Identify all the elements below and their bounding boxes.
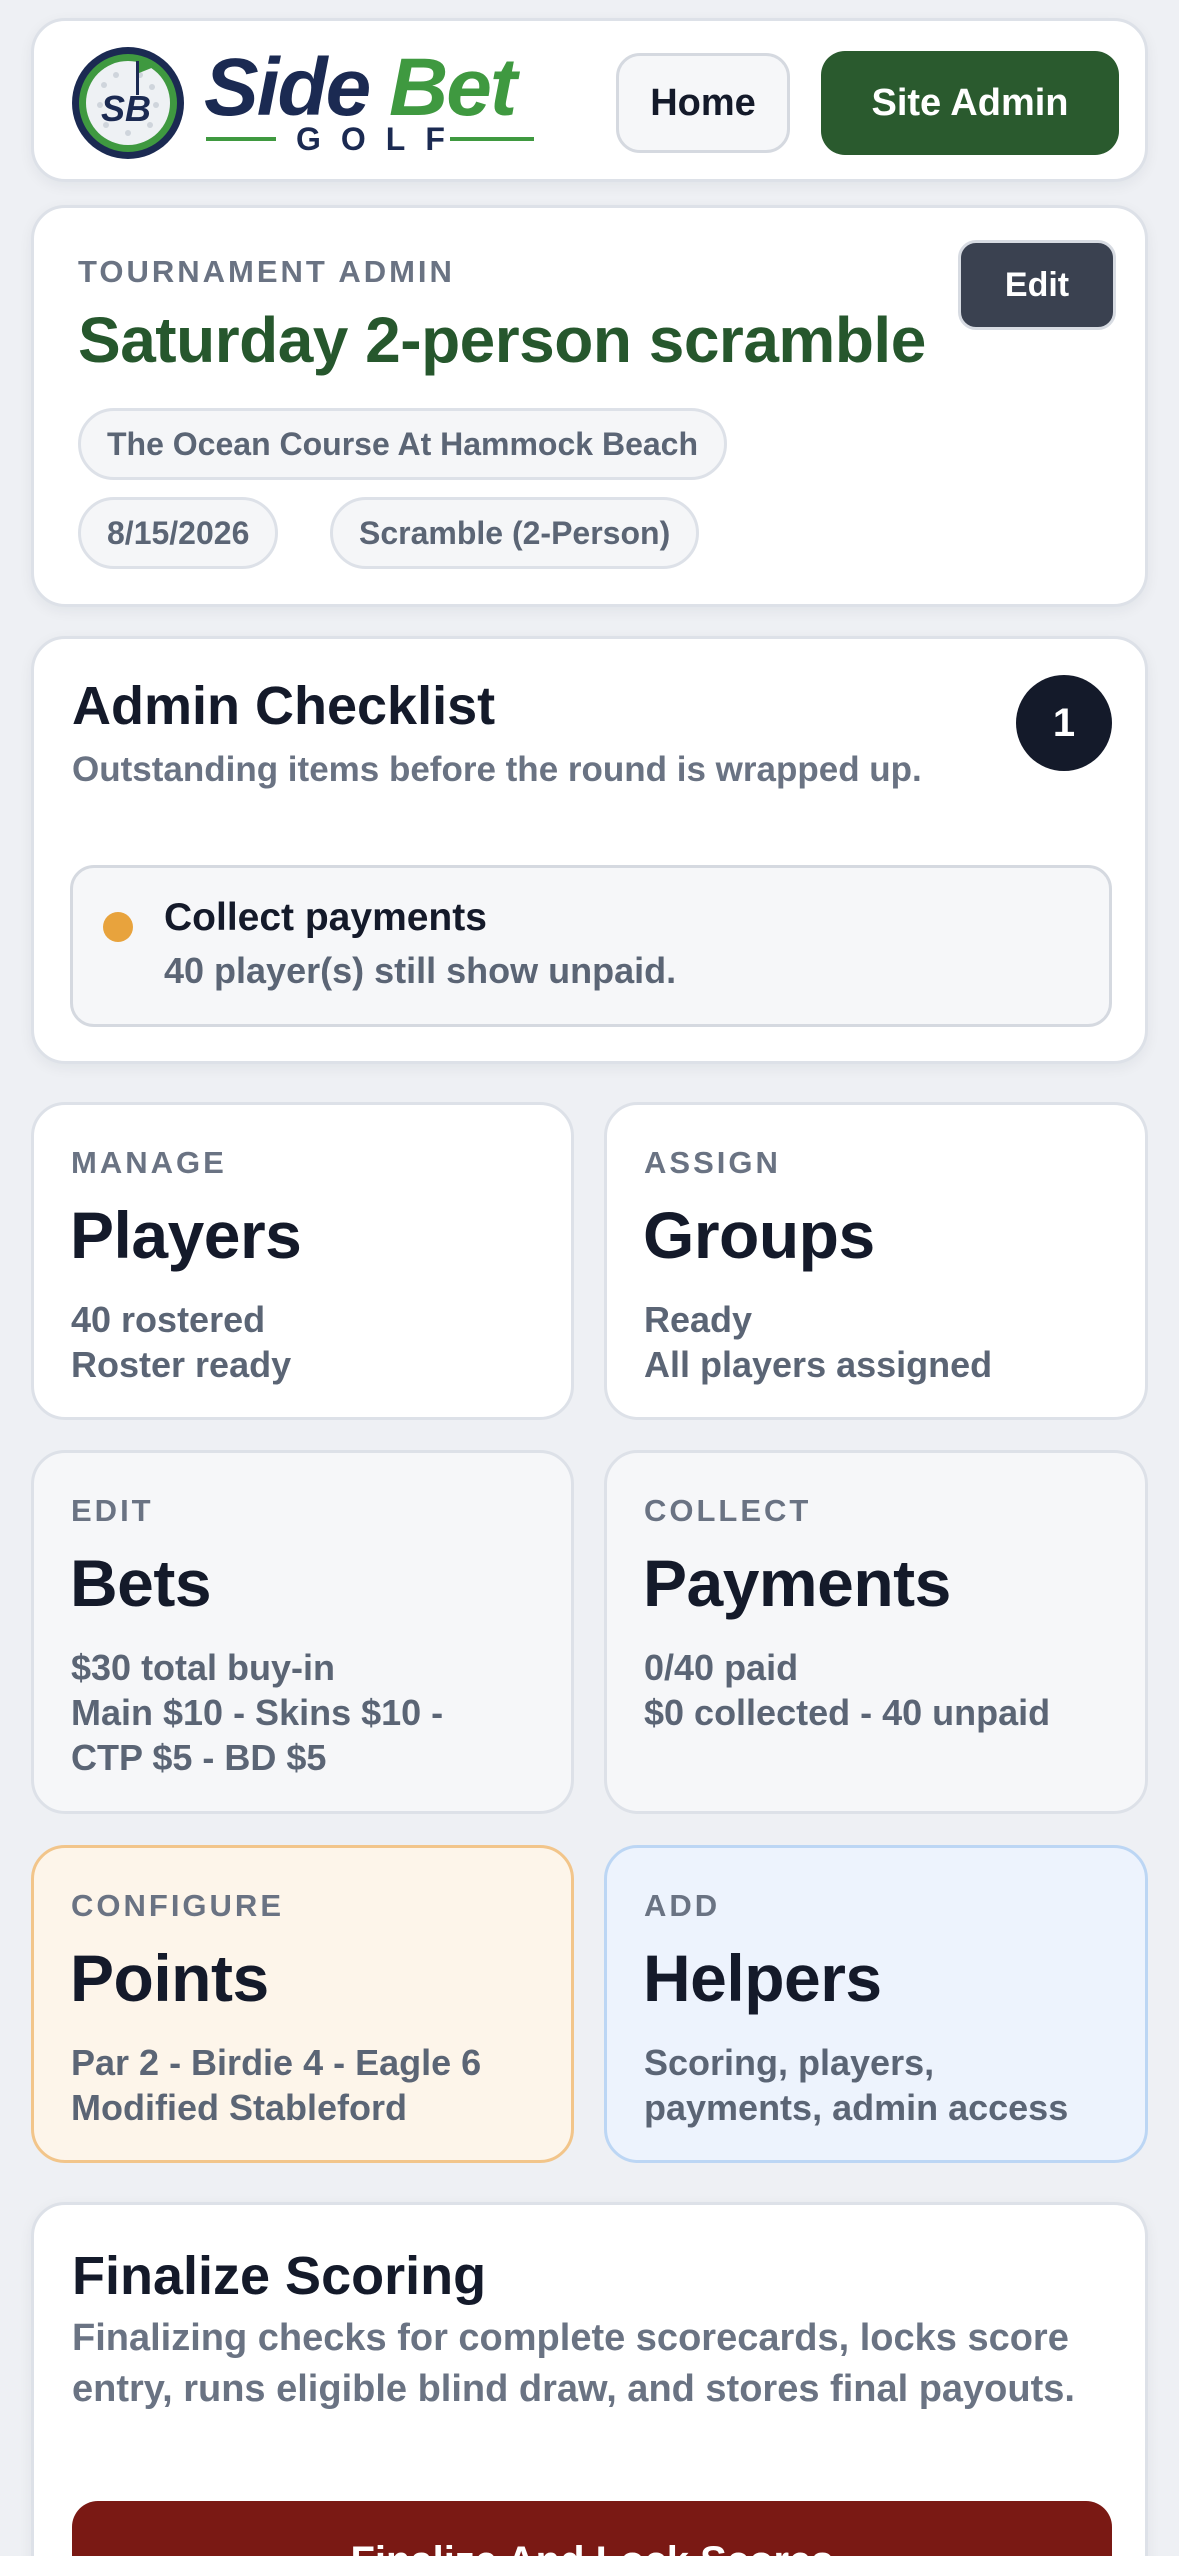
svg-text:SB: SB (101, 88, 151, 129)
checklist-item-title: Collect payments (164, 896, 487, 939)
tile-detail: Modified Stableford (71, 2087, 407, 2128)
points-tile[interactable]: CONFIGURE Points Par 2 - Birdie 4 - Eagl… (31, 1845, 574, 2163)
tournament-card: TOURNAMENT ADMIN Saturday 2-person scram… (31, 205, 1148, 607)
tile-eyebrow: ASSIGN (644, 1145, 781, 1180)
finalize-description: Finalizing checks for complete scorecard… (72, 2317, 1075, 2410)
tile-detail: Roster ready (71, 1344, 292, 1385)
tile-title: Players (70, 1198, 302, 1272)
edit-tournament-button[interactable]: Edit (958, 240, 1116, 330)
tile-eyebrow: ADD (644, 1888, 721, 1923)
helpers-tile[interactable]: ADD Helpers Scoring, players, payments, … (604, 1845, 1148, 2163)
site-admin-button[interactable]: Site Admin (821, 51, 1119, 155)
logo-divider-right (450, 137, 534, 141)
checklist-count-badge: 1 (1016, 675, 1112, 771)
status-dot-icon (103, 912, 133, 942)
tile-title: Helpers (643, 1941, 882, 2015)
tile-eyebrow: CONFIGURE (71, 1888, 284, 1923)
tile-detail: 40 rostered (71, 1299, 266, 1340)
finalize-scoring-card: Finalize Scoring Finalizing checks for c… (31, 2202, 1148, 2556)
tile-detail: CTP $5 - BD $5 (71, 1737, 327, 1778)
tile-detail: $30 total buy-in (71, 1647, 336, 1688)
app-header: SB Side Bet GOLF Home Site Admin (31, 18, 1148, 182)
tile-detail: $0 collected - 40 unpaid (644, 1692, 1051, 1733)
tile-detail: Main $10 - Skins $10 - (71, 1692, 444, 1733)
tile-detail: Ready (644, 1299, 753, 1340)
home-button[interactable]: Home (616, 53, 790, 153)
finalize-title: Finalize Scoring (72, 2246, 487, 2306)
tile-title: Bets (70, 1546, 212, 1620)
bets-tile[interactable]: EDIT Bets $30 total buy-in Main $10 - Sk… (31, 1450, 574, 1814)
checklist-title: Admin Checklist (72, 676, 496, 736)
players-tile[interactable]: MANAGE Players 40 rostered Roster ready (31, 1102, 574, 1420)
tile-detail: 0/40 paid (644, 1647, 799, 1688)
tile-detail: Par 2 - Birdie 4 - Eagle 6 (71, 2042, 482, 2083)
tournament-eyebrow: TOURNAMENT ADMIN (78, 254, 455, 289)
tournament-title: Saturday 2-person scramble (78, 304, 926, 376)
course-badge: The Ocean Course At Hammock Beach (78, 408, 727, 480)
checklist-subtitle: Outstanding items before the round is wr… (72, 750, 922, 789)
payments-tile[interactable]: COLLECT Payments 0/40 paid $0 collected … (604, 1450, 1148, 1814)
tile-title: Groups (643, 1198, 875, 1272)
admin-checklist-card: Admin Checklist Outstanding items before… (31, 636, 1148, 1064)
checklist-item-collect-payments[interactable]: Collect payments 40 player(s) still show… (70, 865, 1112, 1027)
finalize-lock-button[interactable]: Finalize And Lock Scores (72, 2501, 1112, 2556)
tile-title: Points (70, 1941, 269, 2015)
tile-eyebrow: EDIT (71, 1493, 154, 1528)
golf-ball-logo-icon: SB (72, 47, 184, 159)
tile-eyebrow: COLLECT (644, 1493, 812, 1528)
tile-eyebrow: MANAGE (71, 1145, 227, 1180)
tile-detail: All players assigned (644, 1344, 993, 1385)
logo-divider-left (206, 137, 276, 141)
tile-title: Payments (643, 1546, 951, 1620)
date-badge: 8/15/2026 (78, 497, 279, 569)
logo-word-golf: GOLF (296, 121, 465, 157)
tile-detail: Scoring, players, (644, 2042, 935, 2083)
tile-detail: payments, admin access (644, 2087, 1069, 2128)
checklist-item-detail: 40 player(s) still show unpaid. (164, 950, 677, 991)
groups-tile[interactable]: ASSIGN Groups Ready All players assigned (604, 1102, 1148, 1420)
format-badge: Scramble (2-Person) (330, 497, 700, 569)
